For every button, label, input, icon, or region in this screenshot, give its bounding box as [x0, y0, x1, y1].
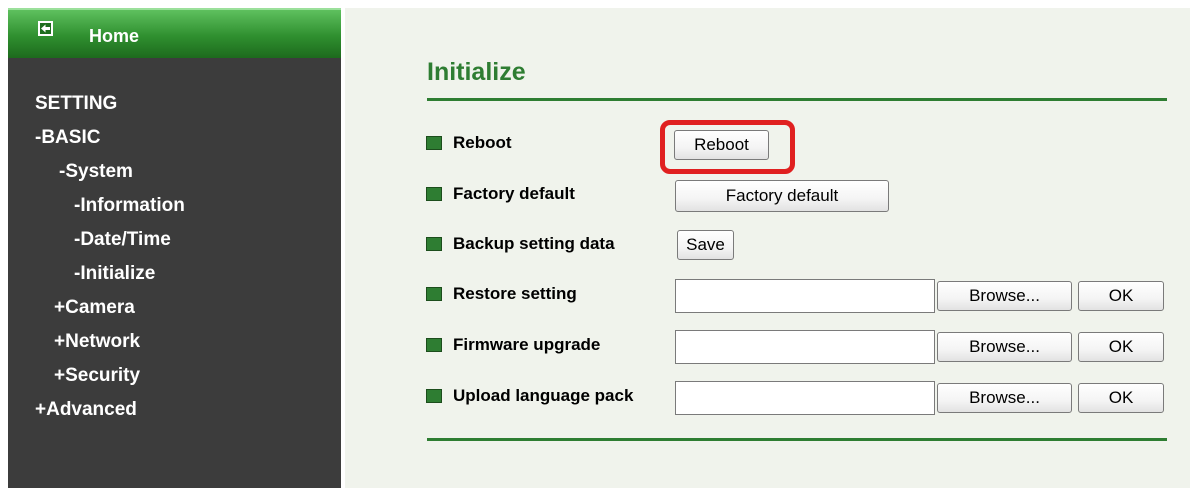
nav-system[interactable]: -System: [59, 160, 133, 184]
main-panel: Initialize Reboot Reboot Factory default…: [345, 8, 1190, 488]
reboot-label: Reboot: [453, 133, 512, 152]
nav-network[interactable]: +Network: [54, 330, 140, 354]
nav-basic[interactable]: -BASIC: [35, 126, 100, 150]
sidebar: Home SETTING -BASIC -System -Information…: [8, 8, 341, 488]
nav-initialize-label: Initialize: [80, 263, 156, 284]
home-label: Home: [89, 26, 140, 46]
square-bullet-icon: [426, 237, 442, 251]
nav-date-time[interactable]: -Date/Time: [74, 228, 171, 252]
firmware-browse-button[interactable]: Browse...: [937, 332, 1072, 362]
factory-default-label: Factory default: [453, 184, 575, 203]
language-pack-ok-button[interactable]: OK: [1078, 383, 1164, 413]
backup-setting-label: Backup setting data: [453, 234, 615, 253]
square-bullet-icon: [426, 389, 442, 403]
nav-information[interactable]: -Information: [74, 194, 185, 218]
restore-browse-button[interactable]: Browse...: [937, 281, 1072, 311]
firmware-file-input[interactable]: [675, 330, 935, 364]
nav-setting: SETTING: [35, 93, 118, 114]
bottom-divider: [427, 438, 1167, 441]
home-link[interactable]: Home: [8, 8, 341, 58]
firmware-upgrade-label: Firmware upgrade: [453, 335, 601, 354]
firmware-ok-button[interactable]: OK: [1078, 332, 1164, 362]
restore-file-input[interactable]: [675, 279, 935, 313]
square-bullet-icon: [426, 136, 442, 150]
nav-advanced[interactable]: +Advanced: [35, 398, 137, 422]
nav-camera[interactable]: +Camera: [54, 296, 135, 320]
square-bullet-icon: [426, 187, 442, 201]
upload-language-pack-label: Upload language pack: [453, 386, 634, 405]
title-divider: [427, 98, 1167, 101]
square-bullet-icon: [426, 287, 442, 301]
square-bullet-icon: [426, 338, 442, 352]
restore-setting-label: Restore setting: [453, 284, 577, 303]
page-title: Initialize: [427, 58, 526, 86]
nav-initialize[interactable]: -Initialize: [74, 262, 155, 286]
save-button[interactable]: Save: [677, 230, 734, 260]
back-arrow-icon: [38, 21, 53, 36]
factory-default-button[interactable]: Factory default: [675, 180, 889, 212]
language-pack-file-input[interactable]: [675, 381, 935, 415]
reboot-button[interactable]: Reboot: [674, 130, 769, 160]
language-pack-browse-button[interactable]: Browse...: [937, 383, 1072, 413]
restore-ok-button[interactable]: OK: [1078, 281, 1164, 311]
nav-security[interactable]: +Security: [54, 364, 140, 388]
